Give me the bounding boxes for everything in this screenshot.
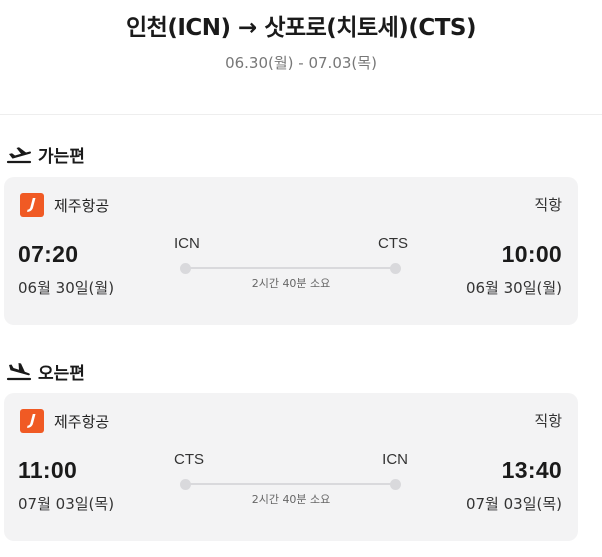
jeju-air-logo: [20, 409, 44, 433]
trip-dates: 06.30(월) - 07.03(목): [225, 54, 377, 72]
departure-time: 11:00: [18, 457, 78, 483]
page-title: 인천(ICN) → 삿포로(치토세)(CTS): [126, 15, 476, 41]
departure-date: 07월 03일(목): [18, 495, 115, 513]
arrival-date: 07월 03일(목): [465, 495, 562, 513]
flight-duration: 2시간 40분 소요: [251, 277, 331, 290]
arrival-airport: ICN: [382, 451, 408, 468]
arrival-time: 13:40: [501, 457, 562, 483]
return-flight-card[interactable]: 제주항공 직항 11:00 07월 03일(목) CTS 2시간 40분 소요 …: [4, 393, 578, 541]
route-end-dot: [390, 479, 401, 490]
airline-name: 제주항공: [54, 196, 110, 215]
departure-date: 06월 30일(월): [18, 279, 115, 297]
outbound-flight-card[interactable]: 제주항공 직항 07:20 06월 30일(월) ICN 2시간 40분 소요 …: [4, 177, 578, 325]
outbound-label: 가는편: [38, 147, 85, 167]
arrival-airport: CTS: [378, 235, 408, 252]
jeju-air-logo: [20, 193, 44, 217]
route-start-dot: [180, 263, 191, 274]
arrival-date: 06월 30일(월): [465, 279, 562, 297]
departure-time: 07:20: [18, 241, 79, 267]
route-start-dot: [180, 479, 191, 490]
departure-airport: ICN: [174, 235, 200, 252]
route-end-dot: [390, 263, 401, 274]
return-label: 오는편: [38, 364, 85, 384]
route-line: [185, 483, 397, 485]
flight-duration: 2시간 40분 소요: [251, 493, 331, 506]
trip-header: 인천(ICN) → 삿포로(치토세)(CTS) 06.30(월) - 07.03…: [0, 0, 602, 115]
arrival-time: 10:00: [501, 241, 562, 267]
airline-info: 제주항공: [20, 409, 109, 433]
return-section-heading: 오는편: [6, 359, 85, 384]
plane-landing-icon: [6, 362, 32, 380]
flight-type-badge: 직항: [534, 196, 562, 214]
outbound-section-heading: 가는편: [6, 142, 85, 167]
plane-takeoff-icon: [6, 146, 32, 163]
departure-airport: CTS: [174, 451, 204, 468]
airline-name: 제주항공: [54, 412, 110, 431]
route-line: [185, 267, 397, 269]
airline-info: 제주항공: [20, 193, 109, 217]
flight-type-badge: 직항: [534, 412, 562, 430]
